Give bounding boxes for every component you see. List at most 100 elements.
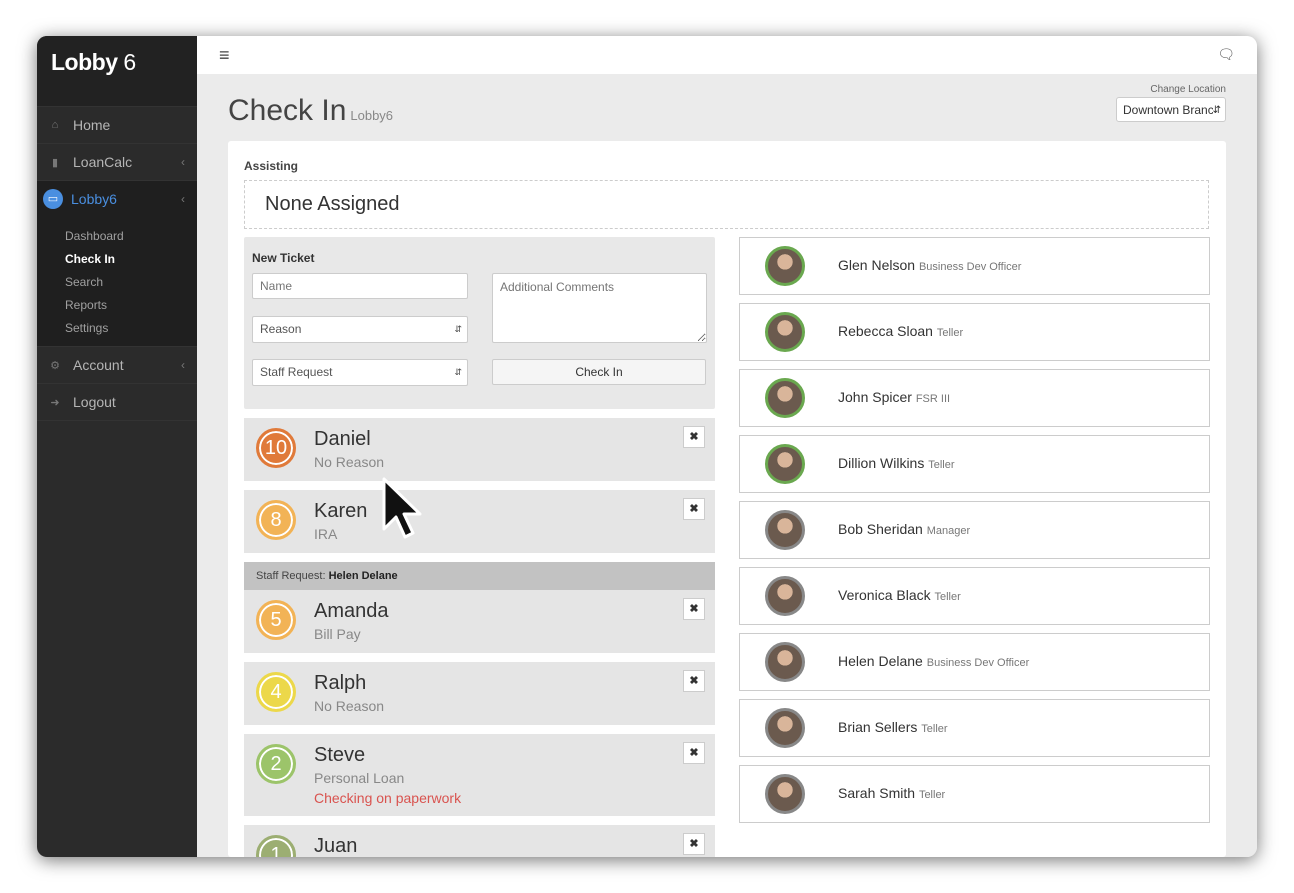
queue-ticket[interactable]: 10 Daniel No Reason ✖ [244, 418, 715, 481]
sidebar-item-logout[interactable]: ➜ Logout [37, 383, 197, 421]
chevron-left-icon: ‹ [181, 192, 185, 206]
staff-card[interactable]: Bob Sheridan Manager [739, 501, 1210, 559]
queue-ticket[interactable]: 8 Karen IRA ✖ [244, 490, 715, 553]
ticket-reason: Personal Loan [314, 770, 405, 786]
staff-name: Rebecca Sloan [838, 323, 933, 339]
staff-name: Helen Delane [838, 653, 923, 669]
select-arrows-icon: ⇵ [454, 324, 462, 334]
staff-role: Business Dev Officer [918, 261, 1022, 273]
name-input[interactable] [252, 273, 468, 299]
ticket-name: Steve [314, 744, 366, 766]
brand-logo[interactable]: Lobby 6 [37, 36, 197, 106]
ticket-name: Juan [314, 835, 358, 857]
ticket-name: Ralph [314, 672, 367, 694]
subnav-reports[interactable]: Reports [37, 294, 197, 317]
staff-card[interactable]: Brian Sellers Teller [739, 699, 1210, 757]
page-title-text: Check In [228, 94, 347, 127]
subnav-search[interactable]: Search [37, 271, 197, 294]
select-arrows-icon: ⇵ [454, 367, 462, 377]
location-select-value: Downtown Branch [1123, 103, 1221, 117]
queue-ticket[interactable]: 1 Juan ✖ [244, 825, 715, 857]
chevron-left-icon: ‹ [181, 155, 185, 169]
staff-name-line: Veronica Black Teller [838, 587, 961, 603]
sidebar-item-account[interactable]: ⚙ Account ‹ [37, 346, 197, 383]
staff-role: Business Dev Officer [926, 657, 1030, 669]
sidebar-item-lobby6[interactable]: ▭ Lobby6 ‹ [37, 180, 197, 217]
logout-icon: ➜ [50, 396, 60, 409]
staff-name-line: Glen Nelson Business Dev Officer [838, 257, 1021, 273]
sidebar-item-home[interactable]: ⌂ Home [37, 106, 197, 143]
staff-name: Sarah Smith [838, 785, 916, 801]
staff-name-line: Dillion Wilkins Teller [838, 455, 955, 471]
bar-chart-icon: ▮ [51, 156, 59, 169]
staff-name: Bob Sheridan [838, 521, 923, 537]
staff-name-line: Rebecca Sloan Teller [838, 323, 963, 339]
staff-card[interactable]: Veronica Black Teller [739, 567, 1210, 625]
staff-name-line: Bob Sheridan Manager [838, 521, 970, 537]
staff-role: Teller [934, 591, 961, 603]
location-select[interactable]: Downtown Branch ⇵ [1116, 97, 1226, 122]
staff-name-line: Sarah Smith Teller [838, 785, 945, 801]
additional-comments-textarea[interactable] [492, 273, 707, 343]
subnav-dashboard[interactable]: Dashboard [37, 225, 197, 248]
ticket-number-badge: 2 [256, 744, 296, 784]
sidebar-item-label: Home [73, 117, 111, 133]
subnav-check-in[interactable]: Check In [37, 248, 197, 271]
change-location-label: Change Location [1150, 84, 1226, 95]
sidebar-item-label: Lobby6 [71, 191, 117, 207]
main-content: Check In Lobby6 Change Location Downtown … [197, 74, 1257, 857]
ticket-name: Amanda [314, 600, 389, 622]
new-ticket-label: New Ticket [252, 251, 315, 265]
tablet-icon: ▭ [43, 189, 63, 209]
select-arrows-icon: ⇵ [1212, 98, 1221, 121]
staff-role: Teller [921, 723, 948, 735]
mouse-cursor-icon [382, 477, 422, 539]
reason-select[interactable]: Reason ⇵ [252, 316, 468, 343]
queue-ticket[interactable]: 4 Ralph No Reason ✖ [244, 662, 715, 725]
close-icon[interactable]: ✖ [683, 598, 705, 620]
staff-card[interactable]: Glen Nelson Business Dev Officer [739, 237, 1210, 295]
assisting-dropzone[interactable]: None Assigned [244, 180, 1209, 229]
staff-role: FSR III [915, 393, 951, 405]
check-in-button[interactable]: Check In [492, 359, 706, 385]
reason-select-value: Reason [260, 322, 302, 336]
ticket-number-badge: 8 [256, 500, 296, 540]
queue-ticket[interactable]: 2 Steve Personal Loan Checking on paperw… [244, 734, 715, 816]
staff-request-select-value: Staff Request [260, 365, 333, 379]
sidebar-item-loancalc[interactable]: ▮ LoanCalc ‹ [37, 143, 197, 180]
close-icon[interactable]: ✖ [683, 670, 705, 692]
new-ticket-form: New Ticket Reason ⇵ Staff Request ⇵ Chec… [244, 237, 715, 409]
staff-role: Teller [918, 789, 946, 801]
sidebar-item-label: Account [73, 357, 124, 373]
staff-card[interactable]: Helen Delane Business Dev Officer [739, 633, 1210, 691]
top-bar: ≡ 🗨 [197, 36, 1257, 75]
subnav-settings[interactable]: Settings [37, 317, 197, 340]
close-icon[interactable]: ✖ [683, 833, 705, 855]
avatar [765, 312, 805, 352]
staff-card[interactable]: John Spicer FSR III [739, 369, 1210, 427]
avatar [765, 708, 805, 748]
staff-role: Teller [928, 459, 955, 471]
staff-card[interactable]: Rebecca Sloan Teller [739, 303, 1210, 361]
close-icon[interactable]: ✖ [683, 498, 705, 520]
ticket-name: Daniel [314, 428, 371, 450]
close-icon[interactable]: ✖ [683, 426, 705, 448]
ticket-number-badge: 10 [256, 428, 296, 468]
staff-request-bar: Staff Request: Helen Delane [244, 562, 715, 590]
sidebar-item-label: LoanCalc [73, 154, 133, 170]
staff-card[interactable]: Dillion Wilkins Teller [739, 435, 1210, 493]
menu-toggle-icon[interactable]: ≡ [219, 45, 230, 66]
staff-role: Manager [926, 525, 971, 537]
queue-ticket[interactable]: 5 Amanda Bill Pay ✖ [244, 590, 715, 653]
staff-card[interactable]: Sarah Smith Teller [739, 765, 1210, 823]
staff-name: Glen Nelson [838, 257, 916, 273]
avatar [765, 444, 805, 484]
staff-request-select[interactable]: Staff Request ⇵ [252, 359, 468, 386]
chat-icon[interactable]: 🗨 [1217, 46, 1235, 63]
staff-request-prefix: Staff Request: [256, 570, 326, 582]
staff-request-name: Helen Delane [328, 570, 398, 582]
home-icon: ⌂ [51, 119, 59, 131]
sidebar: Lobby 6 ⌂ Home ▮ LoanCalc ‹ ▭ Lobby6 ‹ D… [37, 36, 197, 857]
staff-name-line: John Spicer FSR III [838, 389, 950, 405]
close-icon[interactable]: ✖ [683, 742, 705, 764]
